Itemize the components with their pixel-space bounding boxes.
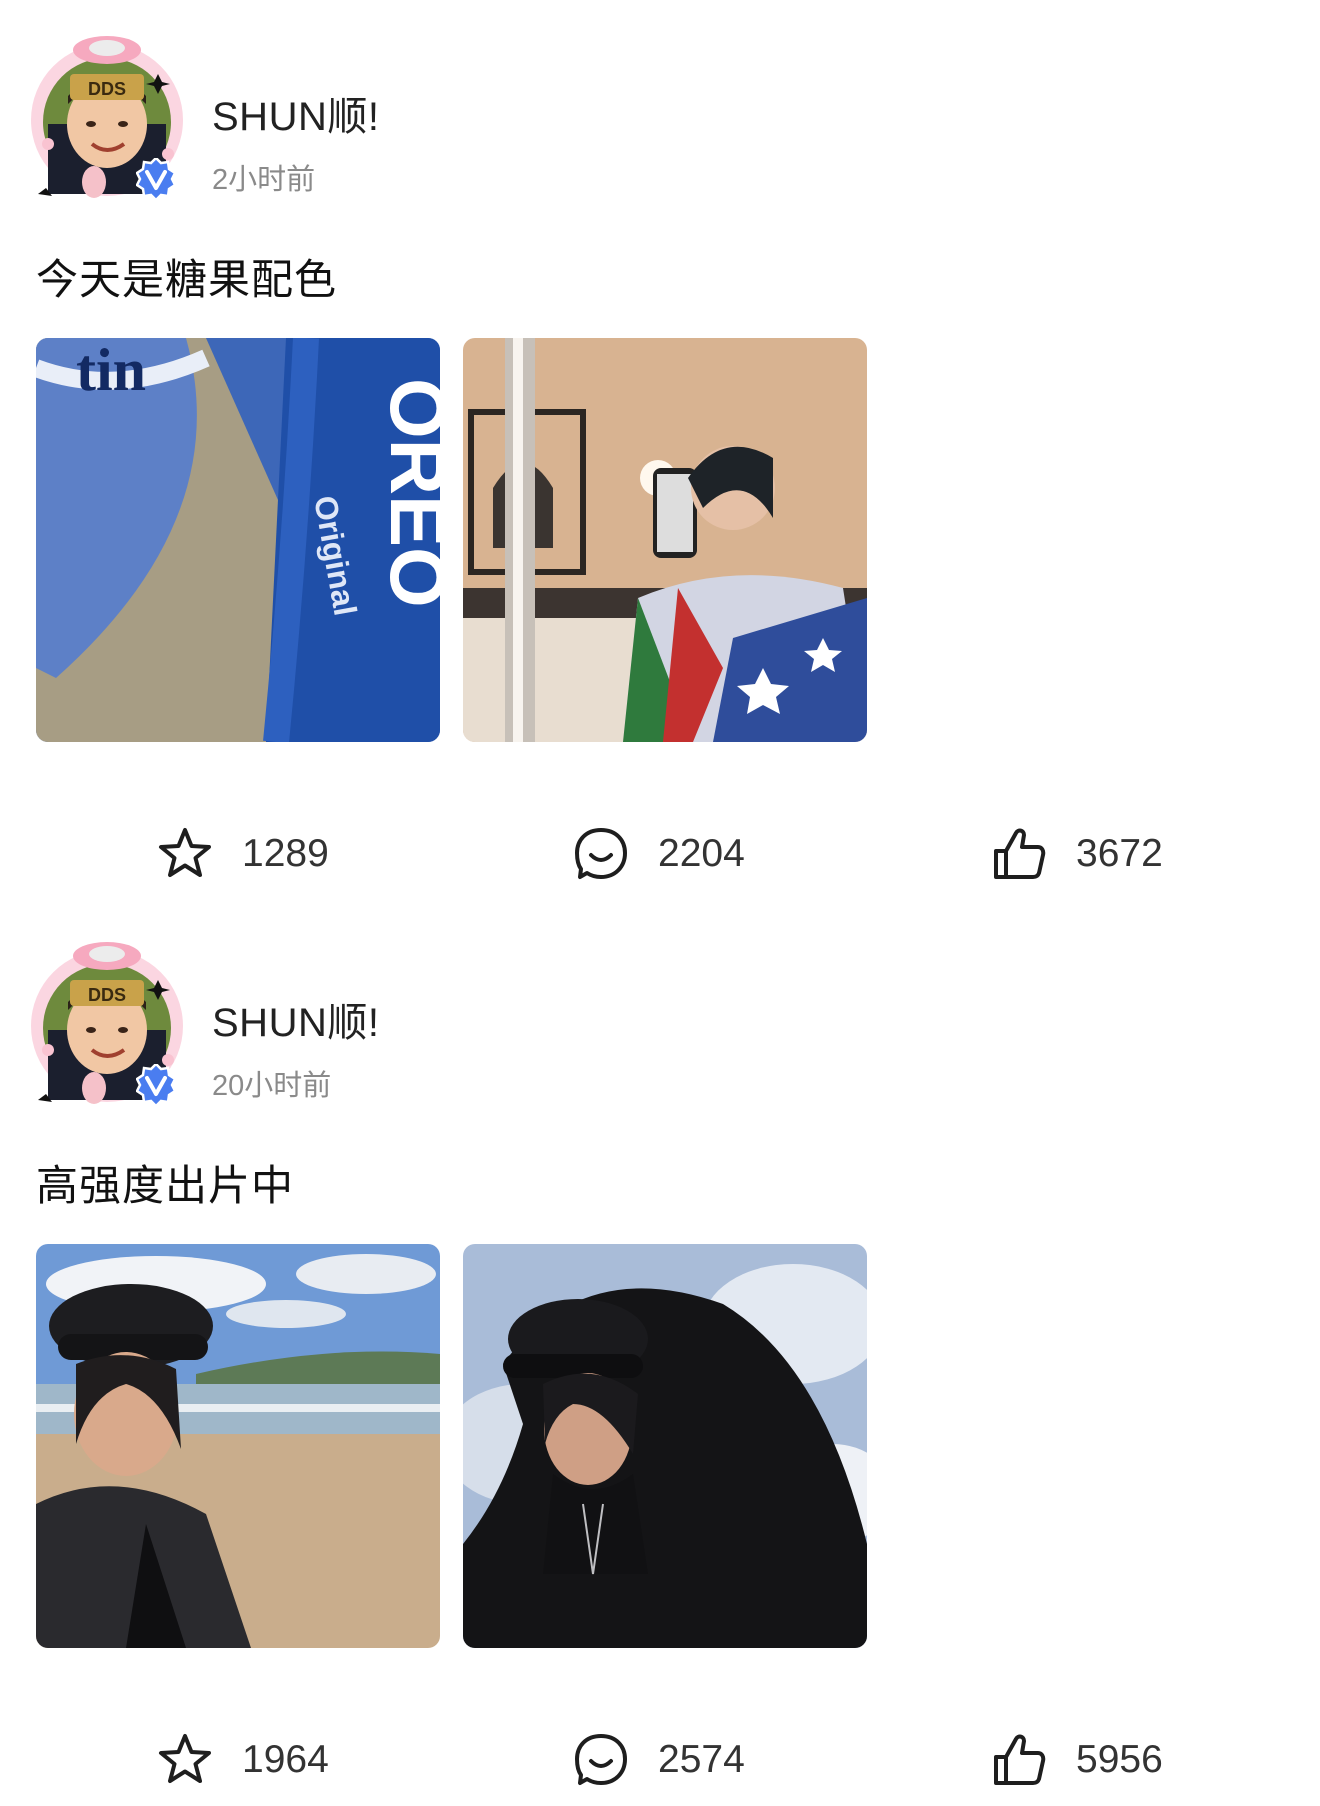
verified-badge-icon xyxy=(136,158,177,202)
avatar[interactable] xyxy=(28,940,186,1112)
like-count: 3672 xyxy=(1076,832,1163,875)
post-card: SHUN顺! 2小时前 今天是糖果配色 tin OREO Original 12… xyxy=(0,0,1320,900)
svg-text:tin: tin xyxy=(76,338,146,403)
comment-icon xyxy=(575,1734,627,1785)
comment-button[interactable]: 2204 xyxy=(572,824,745,884)
thumbs-up-icon xyxy=(994,828,1046,879)
comment-count: 2204 xyxy=(658,832,745,875)
avatar[interactable] xyxy=(28,34,186,206)
comment-button[interactable]: 2574 xyxy=(572,1730,745,1790)
post-time: 2小时前 xyxy=(212,164,316,196)
comment-icon xyxy=(575,828,627,879)
beach-selfie-photo[interactable] xyxy=(36,1244,440,1648)
post-card: SHUN顺! 20小时前 高强度出片中 1964 2574 5956 xyxy=(0,906,1320,1806)
like-count: 5956 xyxy=(1076,1738,1163,1781)
thumbs-up-icon xyxy=(994,1734,1046,1785)
mirror-selfie-photo[interactable] xyxy=(463,338,867,742)
like-button[interactable]: 5956 xyxy=(990,1730,1163,1790)
sky-selfie-photo[interactable] xyxy=(463,1244,867,1648)
post-caption[interactable]: 高强度出片中 xyxy=(36,1152,294,1213)
star-icon xyxy=(159,828,211,877)
favorite-count: 1289 xyxy=(242,832,329,875)
like-button[interactable]: 3672 xyxy=(990,824,1163,884)
verified-badge-icon xyxy=(136,1064,177,1108)
favorite-button[interactable]: 1964 xyxy=(156,1730,329,1790)
svg-text:OREO: OREO xyxy=(374,378,440,608)
author-name[interactable]: SHUN顺! xyxy=(212,84,379,142)
oreo-photo[interactable]: tin OREO Original xyxy=(36,338,440,742)
post-caption[interactable]: 今天是糖果配色 xyxy=(36,246,337,307)
star-icon xyxy=(159,1734,211,1783)
comment-count: 2574 xyxy=(658,1738,745,1781)
author-name[interactable]: SHUN顺! xyxy=(212,990,379,1048)
favorite-count: 1964 xyxy=(242,1738,329,1781)
favorite-button[interactable]: 1289 xyxy=(156,824,329,884)
post-time: 20小时前 xyxy=(212,1070,332,1102)
